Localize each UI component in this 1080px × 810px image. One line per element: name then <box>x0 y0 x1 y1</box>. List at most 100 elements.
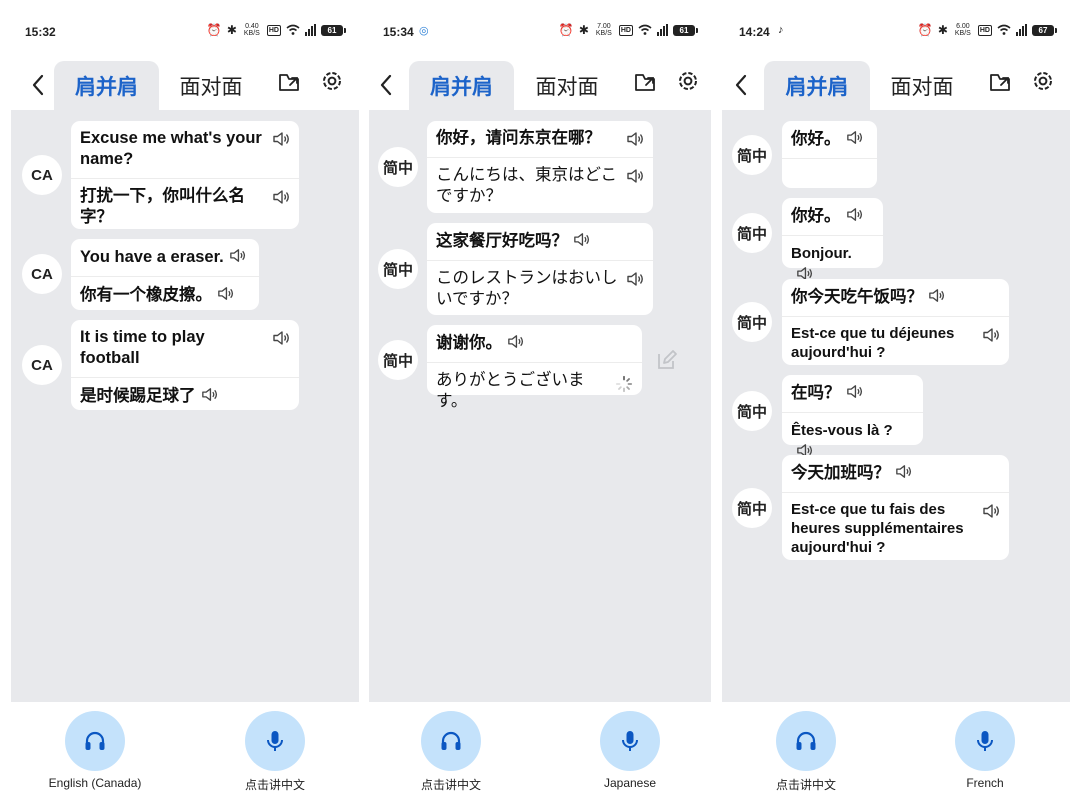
microphone-icon <box>977 731 993 751</box>
left-language-label: 点击讲中文 <box>775 778 836 792</box>
headphones-button[interactable] <box>65 711 125 771</box>
translation-text: 是时候踢足球了 <box>71 377 299 415</box>
net-speed: 6.00 KB/S <box>954 23 971 37</box>
speaker-icon[interactable] <box>271 187 291 207</box>
folder-export-icon[interactable] <box>275 66 305 96</box>
chevron-left-icon[interactable] <box>23 70 53 100</box>
bottom-bar: 点击讲中文 Japanese <box>369 702 711 810</box>
speaker-icon[interactable] <box>625 269 645 289</box>
chevron-left-icon[interactable] <box>371 70 401 100</box>
message-card[interactable]: 这家餐厅好吃吗？ このレストランはおいしいですか？ <box>427 223 653 315</box>
music-app-icon: ♪ <box>778 24 784 36</box>
status-time: 15:34 <box>383 25 414 39</box>
folder-export-icon[interactable] <box>986 66 1016 96</box>
gear-icon[interactable] <box>1028 66 1058 96</box>
avatar: 简中 <box>378 147 418 187</box>
avatar: 简中 <box>378 249 418 289</box>
speaker-icon[interactable] <box>625 166 645 186</box>
alarm-icon: ⏰ <box>206 23 222 37</box>
speaker-icon[interactable] <box>845 128 864 147</box>
message-card[interactable]: 今天加班吗？ Est-ce que tu fais des heures sup… <box>782 455 1009 560</box>
message-card[interactable]: 你好，请问东京在哪？ こんにちは、東京はどこですか？ <box>427 121 653 213</box>
source-text: 这家餐厅好吃吗？ <box>427 223 653 260</box>
source-text: You have a eraser. <box>71 239 259 276</box>
bottom-bar: English (Canada) 点击讲中文 <box>11 702 359 810</box>
avatar: CA <box>22 254 62 294</box>
speaker-icon[interactable] <box>625 129 645 149</box>
chat-area: 简中 你好。 简中 你好。 Bonjour. 简中 你今天吃午饭吗？ Est-c… <box>722 110 1070 702</box>
chevron-left-icon[interactable] <box>726 70 756 100</box>
tab-side-by-side[interactable]: 肩并肩 <box>409 61 514 111</box>
notification-icon: ◎ <box>419 25 429 37</box>
tab-face-to-face[interactable]: 面对面 <box>165 61 257 111</box>
message-card[interactable]: Excuse me what's your name? 打扰一下，你叫什么名字？ <box>71 121 299 229</box>
status-icons: ⏰ ✱ 0.40 KB/S HD 61 <box>206 23 346 37</box>
chat-area: 简中 你好，请问东京在哪？ こんにちは、東京はどこですか？ 简中 这家餐厅好吃吗… <box>369 110 711 702</box>
message-card[interactable]: 谢谢你。 ありがとうございます。 <box>427 325 642 410</box>
source-text: 谢谢你。 <box>427 325 642 362</box>
avatar: 简中 <box>732 302 772 342</box>
message-card[interactable]: 你好。 Bonjour. <box>782 198 883 280</box>
avatar: 简中 <box>732 213 772 253</box>
microphone-button[interactable] <box>245 711 305 771</box>
message-card[interactable]: You have a eraser. 你有一个橡皮擦。 <box>71 239 259 310</box>
right-language-label: Japanese <box>603 776 657 790</box>
bottom-bar: 点击讲中文 French <box>722 702 1070 810</box>
message-card[interactable]: 你好。 <box>782 121 877 188</box>
headphones-icon <box>441 731 461 750</box>
message-card[interactable]: It is time to play football 是时候踢足球了 <box>71 320 299 410</box>
speaker-icon[interactable] <box>271 129 291 149</box>
bluetooth-icon: ✱ <box>226 23 237 37</box>
tab-side-by-side[interactable]: 肩并肩 <box>764 61 870 111</box>
screen-1: 15:32 ⏰ ✱ 0.40 KB/S HD 61 肩并肩 面对面 CA Exc… <box>11 0 359 810</box>
microphone-icon <box>267 731 283 751</box>
microphone-button[interactable] <box>955 711 1015 771</box>
status-time: 15:32 <box>25 25 56 39</box>
tab-side-by-side[interactable]: 肩并肩 <box>54 61 159 111</box>
header: 肩并肩 面对面 <box>722 60 1070 111</box>
folder-export-icon[interactable] <box>631 66 661 96</box>
speaker-icon[interactable] <box>927 286 946 305</box>
avatar: 简中 <box>378 340 418 380</box>
alarm-icon: ⏰ <box>558 23 574 37</box>
headphones-button[interactable] <box>421 711 481 771</box>
battery-icon: 67 <box>1032 24 1057 36</box>
translation-text <box>782 158 877 188</box>
tab-face-to-face[interactable]: 面对面 <box>876 61 968 111</box>
speaker-icon[interactable] <box>981 325 1001 345</box>
status-icons: ⏰ ✱ 7.00 KB/S HD 61 <box>558 23 698 37</box>
speaker-icon[interactable] <box>506 332 525 351</box>
source-text: 你好。 <box>782 198 883 235</box>
speaker-icon[interactable] <box>845 205 864 224</box>
gear-icon[interactable] <box>317 66 347 96</box>
speaker-icon[interactable] <box>845 382 864 401</box>
avatar: 简中 <box>732 135 772 175</box>
chat-area: CA Excuse me what's your name? 打扰一下，你叫什么… <box>11 110 359 702</box>
wifi-icon <box>286 24 300 35</box>
header: 肩并肩 面对面 <box>369 60 711 111</box>
header: 肩并肩 面对面 <box>11 60 359 111</box>
translation-text: 打扰一下，你叫什么名字？ <box>71 178 299 236</box>
avatar: 简中 <box>732 488 772 528</box>
message-card[interactable]: 你今天吃午饭吗？ Est-ce que tu déjeunes aujourd'… <box>782 279 1009 365</box>
signal-icon <box>657 24 668 36</box>
microphone-icon <box>622 731 638 751</box>
speaker-icon[interactable] <box>894 462 913 481</box>
gear-icon[interactable] <box>673 66 703 96</box>
message-card[interactable]: 在吗？ Êtes-vous là ? <box>782 375 923 457</box>
headphones-button[interactable] <box>776 711 836 771</box>
edit-icon[interactable] <box>655 348 679 372</box>
tab-face-to-face[interactable]: 面对面 <box>521 61 613 111</box>
translation-text: 你有一个橡皮擦。 <box>71 276 259 314</box>
speaker-icon[interactable] <box>981 501 1001 521</box>
translation-text: ありがとうございます。 <box>427 362 642 420</box>
speaker-icon[interactable] <box>228 246 247 265</box>
microphone-button[interactable] <box>600 711 660 771</box>
speaker-icon[interactable] <box>271 328 291 348</box>
speaker-icon[interactable] <box>216 284 235 303</box>
speaker-icon[interactable] <box>572 230 591 249</box>
speaker-icon[interactable] <box>200 385 219 404</box>
loading-spinner-icon <box>615 375 633 393</box>
battery-icon: 61 <box>321 24 346 36</box>
source-text: Excuse me what's your name? <box>71 121 299 178</box>
